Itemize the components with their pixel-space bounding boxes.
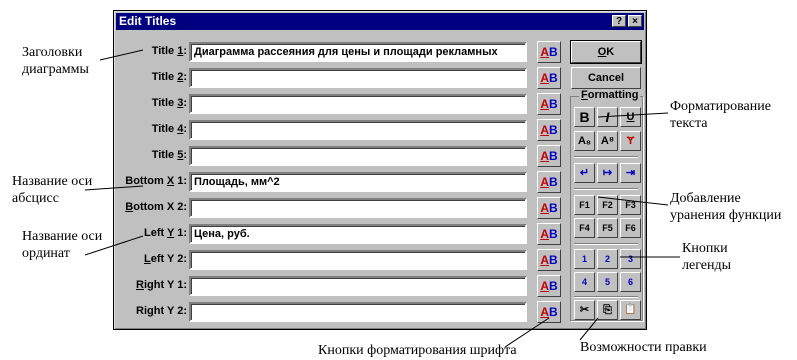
callout-font-buttons: Кнопки форматирования шрифта (318, 343, 517, 358)
function-f4-button[interactable]: F4 (574, 218, 595, 238)
underline-button[interactable]: U (620, 107, 641, 127)
italic-button[interactable]: I (597, 107, 618, 127)
font-format-button[interactable]: AB (537, 145, 561, 167)
superscript-button[interactable]: A⁸ (597, 131, 618, 151)
formatting-label: Formatting (579, 89, 641, 101)
function-f3-button[interactable]: F3 (620, 195, 641, 215)
separator (574, 243, 638, 245)
row-label: Bottom X 2: (125, 201, 187, 213)
row-label: Bottom X 1: (125, 175, 187, 187)
font-format-button[interactable]: AB (537, 67, 561, 89)
title-input[interactable]: Цена, руб. (189, 224, 527, 244)
help-button[interactable]: ? (612, 15, 626, 27)
row-label: Left Y 2: (143, 253, 187, 265)
font-format-button[interactable]: AB (537, 171, 561, 193)
row-label: Title 5: (151, 149, 187, 161)
edit-titles-dialog: Edit Titles ? × Title 1: Диаграмма рассея… (113, 10, 647, 330)
title-row: Title 5: AB (114, 145, 569, 167)
separator (574, 156, 638, 158)
function-f1-button[interactable]: F1 (574, 195, 595, 215)
title-input[interactable] (189, 146, 527, 166)
row-label: Right Y 2: (136, 305, 187, 317)
row-label: Left Y 1: (143, 227, 187, 239)
paste-button[interactable]: 📋 (620, 300, 641, 320)
title-row: Bottom X 1: Площадь, мм^2 AB (114, 171, 569, 193)
tab-button[interactable]: ↦ (597, 163, 618, 183)
legend-2-button[interactable]: 2 (597, 249, 618, 269)
ok-button[interactable]: OK (571, 41, 641, 63)
close-button[interactable]: × (628, 15, 642, 27)
font-format-button[interactable]: AB (537, 249, 561, 271)
title-input[interactable] (189, 94, 527, 114)
font-format-button[interactable]: AB (537, 275, 561, 297)
font-format-button[interactable]: AB (537, 119, 561, 141)
function-f2-button[interactable]: F2 (597, 195, 618, 215)
font-format-button[interactable]: AB (537, 197, 561, 219)
title-input[interactable]: Площадь, мм^2 (189, 172, 527, 192)
title-input[interactable] (189, 276, 527, 296)
subscript-button[interactable]: A₈ (574, 131, 595, 151)
function-f6-button[interactable]: F6 (620, 218, 641, 238)
legend-3-button[interactable]: 3 (620, 249, 641, 269)
legend-6-button[interactable]: 6 (620, 272, 641, 292)
dialog-title: Edit Titles (119, 14, 177, 28)
tab-end-button[interactable]: ⇥ (620, 163, 641, 183)
cancel-button[interactable]: Cancel (571, 67, 641, 89)
title-input[interactable] (189, 250, 527, 270)
title-row: Left Y 1: Цена, руб. AB (114, 223, 569, 245)
title-input[interactable]: Диаграмма рассеяния для цены и площади р… (189, 42, 527, 62)
separator (574, 188, 638, 190)
title-row: Title 4: AB (114, 119, 569, 141)
callout-legend: Кнопки легенды (682, 241, 731, 273)
title-row: Title 1: Диаграмма рассеяния для цены и п… (114, 41, 569, 63)
row-label: Title 3: (151, 97, 187, 109)
title-input[interactable] (189, 120, 527, 140)
row-label: Title 2: (151, 71, 187, 83)
title-input[interactable] (189, 302, 527, 322)
bold-button[interactable]: B (574, 107, 595, 127)
row-label: Right Y 1: (136, 279, 187, 291)
clear-format-button[interactable]: Ɏ (620, 131, 641, 151)
title-row: Left Y 2: AB (114, 249, 569, 271)
font-format-button[interactable]: AB (537, 223, 561, 245)
title-row: Right Y 1: AB (114, 275, 569, 297)
title-bar: Edit Titles ? × (116, 13, 644, 30)
legend-1-button[interactable]: 1 (574, 249, 595, 269)
legend-4-button[interactable]: 4 (574, 272, 595, 292)
title-input[interactable] (189, 198, 527, 218)
font-format-button[interactable]: AB (537, 41, 561, 63)
title-row: Right Y 2: AB (114, 301, 569, 323)
newline-button[interactable]: ↵ (574, 163, 595, 183)
function-f5-button[interactable]: F5 (597, 218, 618, 238)
row-label: Title 4: (151, 123, 187, 135)
font-format-button[interactable]: AB (537, 301, 561, 323)
copy-button[interactable]: ⎘ (597, 300, 618, 320)
callout-text-format: Форматирование текста (670, 99, 771, 131)
title-row: Title 3: AB (114, 93, 569, 115)
title-row: Bottom X 2: AB (114, 197, 569, 219)
title-input[interactable] (189, 68, 527, 88)
separator (574, 296, 638, 298)
cut-button[interactable]: ✂ (574, 300, 595, 320)
title-row: Title 2: AB (114, 67, 569, 89)
callout-edit: Возможности правки (580, 340, 707, 355)
legend-5-button[interactable]: 5 (597, 272, 618, 292)
row-label: Title 1: (151, 45, 187, 57)
font-format-button[interactable]: AB (537, 93, 561, 115)
callout-func-eq: Добавление уранения функции (670, 191, 782, 223)
